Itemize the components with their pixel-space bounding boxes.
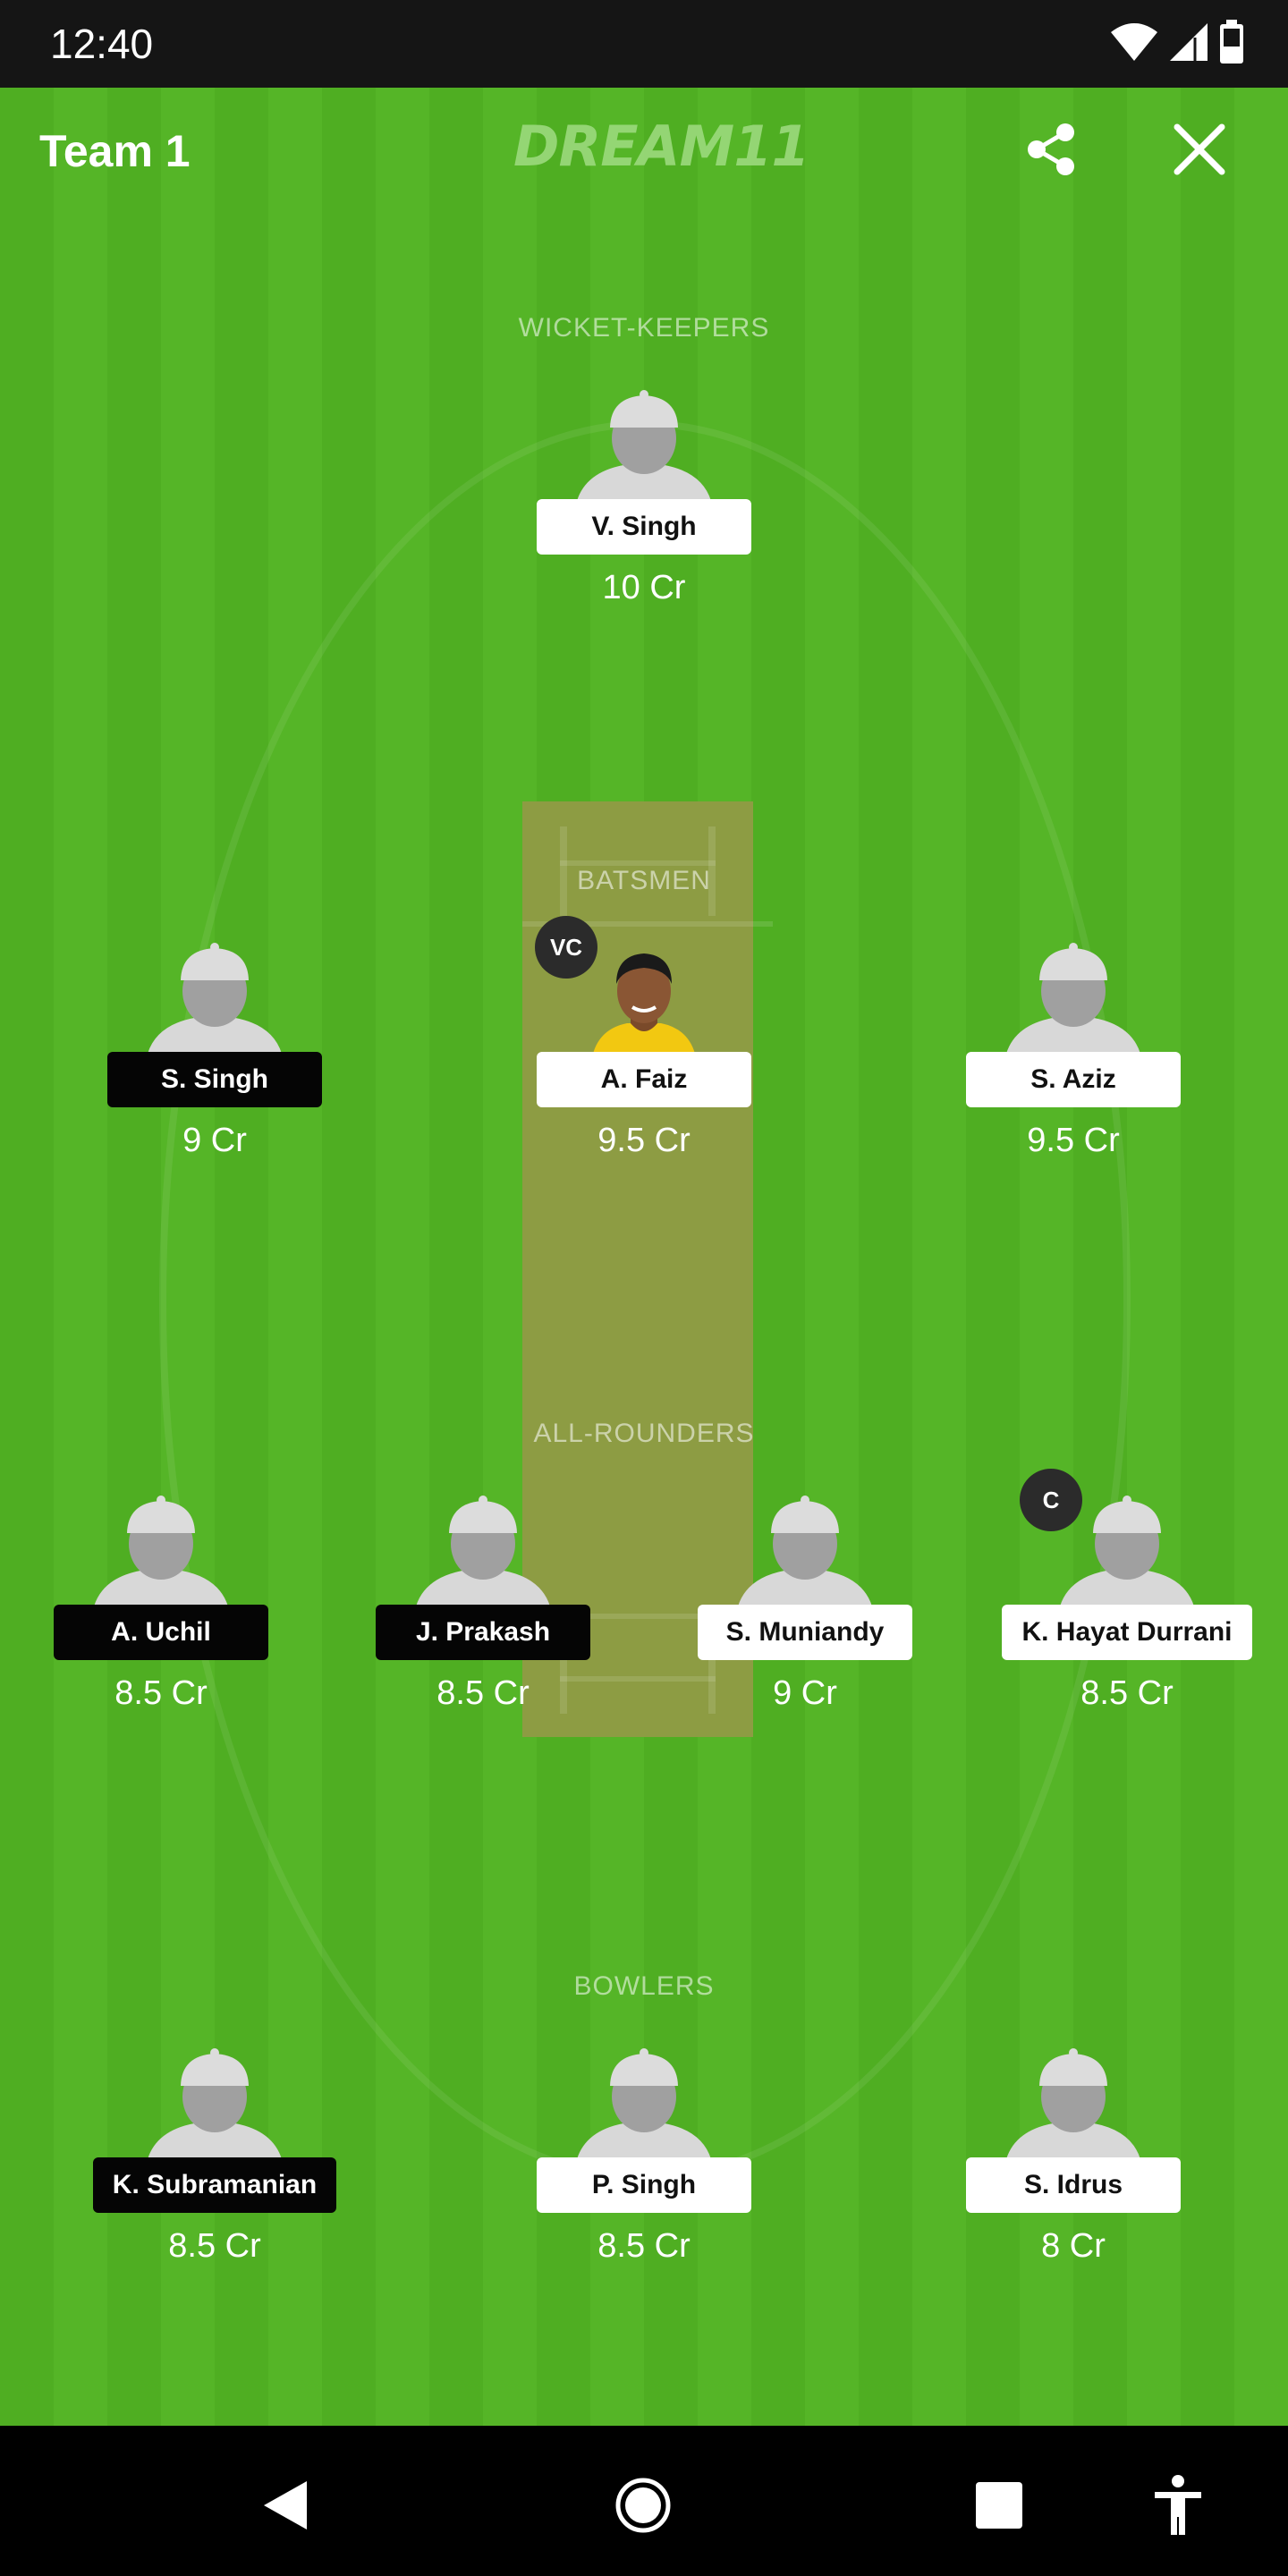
status-time: 12:40 [50, 21, 154, 67]
cricket-field: Team 1 DREAM11 WICKET-KEEPERS BATSMEN AL… [0, 88, 1288, 2426]
player-name: J. Prakash [376, 1605, 590, 1660]
player-name: P. Singh [537, 2157, 751, 2213]
status-bar: 12:40 [0, 0, 1288, 88]
player-credits: 9 Cr [182, 1122, 247, 1159]
home-icon [615, 2478, 671, 2533]
recents-icon [976, 2482, 1022, 2529]
player-card[interactable]: P. Singh 8.5 Cr [537, 2045, 751, 2277]
section-all-rounders: ALL-ROUNDERS [533, 1419, 755, 1448]
vice-captain-badge: VC [535, 916, 597, 979]
player-name: S. Aziz [966, 1052, 1181, 1107]
player-silhouette-icon [148, 2048, 282, 2159]
player-name: K. Subramanian [93, 2157, 336, 2213]
player-silhouette-icon [577, 2048, 711, 2159]
player-credits: 9.5 Cr [1027, 1122, 1120, 1159]
home-button[interactable] [603, 2465, 683, 2546]
player-name: A. Uchil [54, 1605, 268, 1660]
player-silhouette-icon [1006, 943, 1140, 1054]
player-name: S. Muniandy [698, 1605, 912, 1660]
player-card[interactable]: S. Idrus 8 Cr [966, 2045, 1181, 2277]
recents-button[interactable] [959, 2465, 1039, 2546]
captain-badge: C [1020, 1469, 1082, 1531]
player-card[interactable]: K. Subramanian 8.5 Cr [93, 2045, 336, 2277]
player-name: K. Hayat Durrani [1002, 1605, 1252, 1660]
player-name: A. Faiz [537, 1052, 751, 1107]
player-silhouette-icon [738, 1496, 872, 1606]
section-wicket-keepers: WICKET-KEEPERS [518, 313, 770, 343]
player-credits: 8 Cr [1041, 2227, 1106, 2265]
player-card[interactable]: S. Muniandy 9 Cr [698, 1492, 912, 1724]
player-credits: 8.5 Cr [114, 1674, 208, 1712]
team-title: Team 1 [39, 126, 191, 176]
section-bowlers: BOWLERS [573, 1971, 715, 2001]
share-icon [1028, 123, 1074, 175]
player-credits: 8.5 Cr [168, 2227, 261, 2265]
player-credits: 8.5 Cr [436, 1674, 530, 1712]
battery-icon [1218, 20, 1245, 68]
close-button[interactable] [1159, 109, 1240, 190]
player-credits: 8.5 Cr [597, 2227, 691, 2265]
player-name: S. Idrus [966, 2157, 1181, 2213]
player-credits: 10 Cr [602, 569, 686, 606]
section-batsmen: BATSMEN [577, 866, 711, 895]
player-silhouette-icon [94, 1496, 228, 1606]
back-button[interactable] [245, 2465, 326, 2546]
share-button[interactable] [1011, 109, 1091, 190]
player-card[interactable]: A. Uchil 8.5 Cr [54, 1492, 268, 1724]
accessibility-icon [1155, 2475, 1201, 2535]
player-name: V. Singh [537, 499, 751, 555]
player-silhouette-icon [577, 390, 711, 501]
wifi-icon [1109, 21, 1159, 66]
dream11-logo: DREAM11 [513, 114, 810, 179]
player-credits: 8.5 Cr [1080, 1674, 1174, 1712]
navigation-bar [0, 2426, 1288, 2576]
player-silhouette-icon [148, 943, 282, 1054]
player-card[interactable]: S. Aziz 9.5 Cr [966, 939, 1181, 1172]
player-photo [593, 953, 695, 1054]
back-icon [264, 2481, 307, 2529]
close-icon [1174, 123, 1225, 175]
player-credits: 9 Cr [773, 1674, 837, 1712]
status-icons [1109, 20, 1245, 68]
player-credits: 9.5 Cr [597, 1122, 691, 1159]
player-silhouette-icon [1006, 2048, 1140, 2159]
signal-icon [1168, 21, 1209, 66]
player-card[interactable]: S. Singh 9 Cr [107, 939, 322, 1172]
player-card[interactable]: J. Prakash 8.5 Cr [376, 1492, 590, 1724]
player-name: S. Singh [107, 1052, 322, 1107]
accessibility-button[interactable] [1138, 2465, 1218, 2546]
player-card[interactable]: V. Singh 10 Cr [537, 386, 751, 619]
player-silhouette-icon [416, 1496, 550, 1606]
